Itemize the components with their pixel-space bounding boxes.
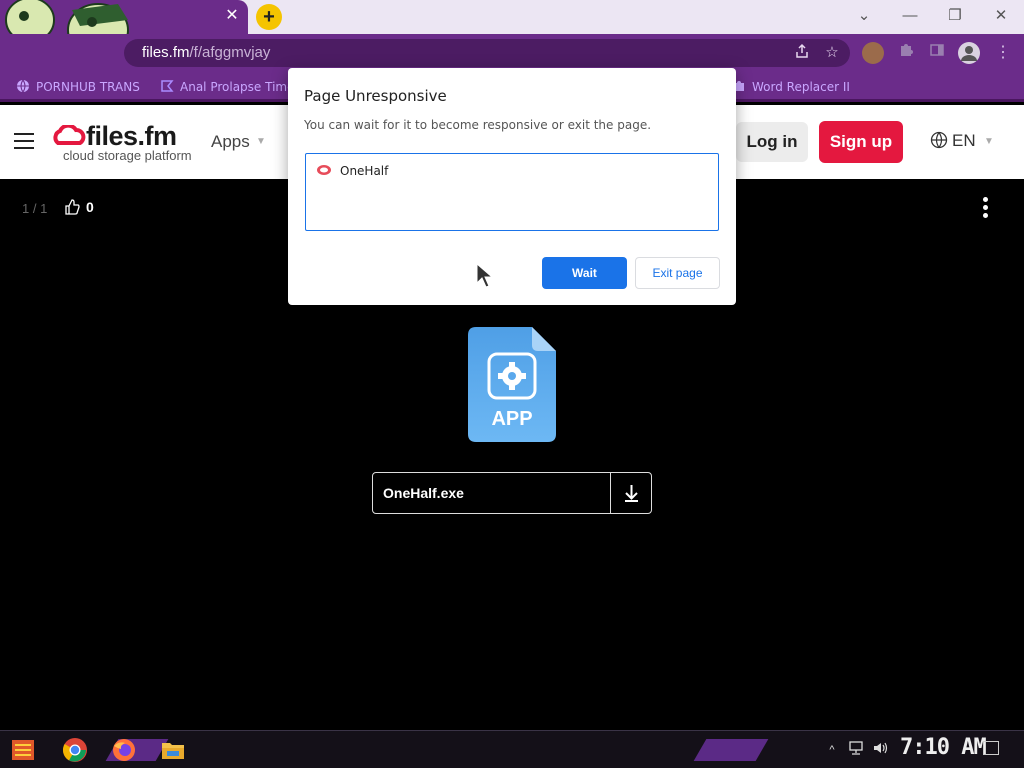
extensions-puzzle-icon[interactable] <box>895 42 917 64</box>
globe-icon <box>930 131 948 149</box>
unresponsive-pages-list[interactable]: OneHalf <box>305 153 719 231</box>
apps-chevron-down-icon: ▼ <box>256 136 266 147</box>
close-tab-button[interactable]: ✕ <box>222 6 242 26</box>
page-unresponsive-dialog: Page Unresponsive You can wait for it to… <box>288 68 736 305</box>
language-chevron-down-icon: ▼ <box>984 136 994 147</box>
download-button[interactable] <box>610 473 651 513</box>
log-in-button[interactable]: Log in <box>736 122 808 162</box>
url-host: files.fm <box>142 44 190 61</box>
minimize-button[interactable]: — <box>898 4 922 28</box>
unresponsive-page-item[interactable]: OneHalf <box>316 164 388 180</box>
taskbar-clock[interactable]: 7:10 AM <box>900 735 987 760</box>
page-favicon-icon <box>317 165 331 175</box>
file-bar: OneHalf.exe <box>372 472 652 514</box>
extension-avatar-icon[interactable] <box>862 42 884 64</box>
wait-button[interactable]: Wait <box>542 257 627 289</box>
like-button[interactable]: 0 <box>64 199 94 217</box>
bookmark-item[interactable]: Anal Prolapse Time <box>160 78 294 96</box>
tab-strip: ✕ + ⌄ — ❐ ✕ <box>0 0 1024 95</box>
taskbar: ^ 7:10 AM <box>0 730 1024 768</box>
globe-icon <box>17 79 29 93</box>
show-hidden-icons-chevron-icon[interactable]: ^ <box>826 741 838 759</box>
language-code: EN <box>952 131 976 150</box>
volume-icon[interactable] <box>871 741 889 759</box>
close-window-button[interactable]: ✕ <box>989 4 1013 28</box>
file-explorer-icon[interactable] <box>160 737 186 763</box>
page-name: OneHalf <box>340 164 389 178</box>
sign-up-button[interactable]: Sign up <box>819 121 903 163</box>
logo-tagline: cloud storage platform <box>63 148 192 163</box>
side-panel-icon[interactable] <box>926 42 948 64</box>
tab-search-button[interactable]: ⌄ <box>852 4 876 28</box>
hamburger-menu-icon[interactable] <box>14 133 34 151</box>
bookmark-label: Anal Prolapse Time <box>180 80 295 94</box>
new-tab-button[interactable]: + <box>256 4 282 30</box>
site-logo[interactable]: files.fm cloud storage platform <box>52 121 202 165</box>
thumbs-up-icon <box>65 199 80 215</box>
url-path: /f/afggmvjay <box>189 44 271 61</box>
bookmark-star-icon[interactable]: ☆ <box>822 43 842 63</box>
download-icon <box>625 485 638 502</box>
exit-page-button[interactable]: Exit page <box>635 257 720 289</box>
apps-menu[interactable]: Apps <box>211 132 250 152</box>
active-tab[interactable]: ✕ <box>0 0 248 95</box>
network-icon[interactable] <box>847 741 865 759</box>
bookmark-item[interactable]: PORNHUB TRANS <box>16 78 140 96</box>
file-counter: 1 / 1 <box>22 201 48 216</box>
file-type-label: APP <box>491 408 532 430</box>
more-options-icon[interactable] <box>978 197 992 223</box>
dialog-title: Page Unresponsive <box>304 87 447 105</box>
file-name: OneHalf.exe <box>383 485 464 501</box>
language-selector[interactable]: EN <box>930 131 976 151</box>
profile-icon[interactable] <box>958 42 980 64</box>
like-count: 0 <box>86 199 94 215</box>
action-center-icon[interactable] <box>983 741 999 755</box>
restore-button[interactable]: ❐ <box>943 4 967 28</box>
browser-toolbar: files.fm/f/afggmvjay ☆ ⋮ <box>0 34 1024 72</box>
taskbar-decoration <box>693 739 769 761</box>
firefox-icon[interactable] <box>111 737 137 763</box>
address-bar[interactable]: files.fm/f/afggmvjay ☆ <box>124 39 850 67</box>
menu-dots-icon[interactable]: ⋮ <box>992 42 1014 64</box>
share-icon[interactable] <box>792 43 812 63</box>
bookmark-label: PORNHUB TRANS <box>36 80 140 94</box>
start-icon[interactable] <box>10 737 36 763</box>
bookmark-tag-icon <box>161 80 174 92</box>
url-text[interactable]: files.fm/f/afggmvjay <box>142 39 270 67</box>
bookmark-item[interactable]: Word Replacer II <box>732 78 850 96</box>
screen: ✕ + ⌄ — ❐ ✕ files.fm/f/afggmvjay ☆ ⋮ POR… <box>0 0 1024 768</box>
chrome-icon[interactable] <box>62 737 88 763</box>
dialog-message: You can wait for it to become responsive… <box>304 118 652 132</box>
bookmark-label: Word Replacer II <box>752 80 850 94</box>
app-file-icon: APP <box>468 327 556 442</box>
